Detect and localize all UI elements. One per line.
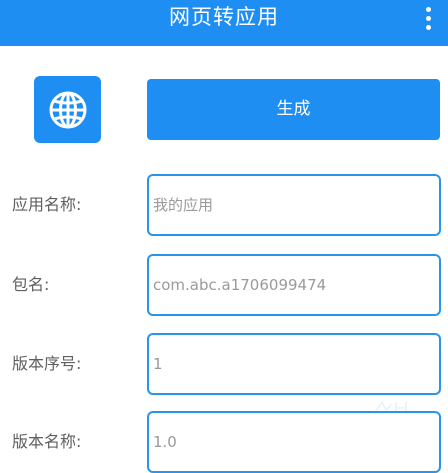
form-row-version-name: 版本名称:: [0, 411, 448, 473]
version-name-input[interactable]: [149, 413, 439, 471]
version-code-field-box: [147, 333, 441, 395]
globe-icon: [49, 91, 86, 128]
version-code-input[interactable]: [149, 335, 439, 393]
form-row-version-code: 版本序号:: [0, 333, 448, 395]
app-name-field-box: [147, 174, 441, 236]
form-row-app-name: 应用名称:: [0, 174, 448, 236]
more-vert-icon[interactable]: [418, 2, 438, 34]
generate-button[interactable]: 生成: [147, 79, 440, 140]
app-name-input[interactable]: [149, 176, 439, 234]
package-name-input[interactable]: [149, 256, 439, 314]
app-name-label: 应用名称:: [12, 195, 82, 214]
app-bar: 网页转应用: [0, 0, 448, 46]
version-code-label: 版本序号:: [12, 354, 82, 373]
page-title: 网页转应用: [169, 5, 279, 29]
app-icon-picker[interactable]: [34, 76, 101, 143]
menu-dot: [425, 24, 431, 30]
package-name-label: 包名:: [12, 275, 50, 294]
version-name-field-box: [147, 411, 441, 473]
menu-dot: [425, 6, 431, 12]
menu-dot: [425, 15, 431, 21]
form-row-package-name: 包名:: [0, 254, 448, 316]
web-to-app-screen: 网页转应用 生成 应用名称: 包名:: [0, 0, 448, 473]
package-name-field-box: [147, 254, 441, 316]
version-name-label: 版本名称:: [12, 432, 82, 451]
watermark-graphic: [373, 400, 407, 415]
